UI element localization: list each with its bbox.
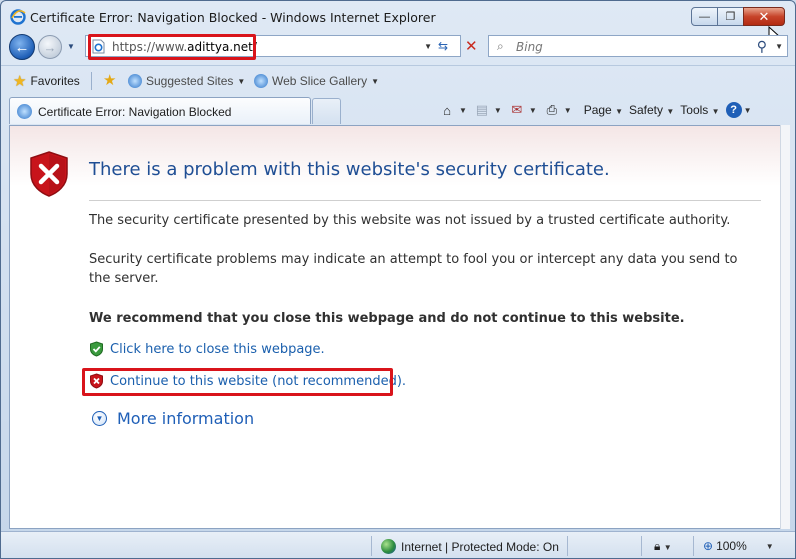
- divider: [89, 200, 761, 201]
- zoom-level: 100%: [716, 539, 747, 553]
- ie-window: Certificate Error: Navigation Blocked - …: [0, 0, 796, 559]
- search-options-dropdown[interactable]: ▼: [775, 42, 783, 51]
- security-zone[interactable]: Internet | Protected Mode: On: [381, 539, 559, 554]
- favorites-button[interactable]: ★ Favorites: [13, 72, 80, 90]
- zoom-icon: ⊕: [703, 539, 714, 553]
- print-dropdown[interactable]: ▼: [564, 106, 572, 115]
- suggested-sites-label: Suggested Sites: [146, 74, 234, 88]
- title-bar: Certificate Error: Navigation Blocked - …: [1, 1, 795, 46]
- globe-icon: [381, 539, 396, 554]
- command-bar: ⌂ ▼ ▤ ▼ ✉ ▼ ⎙ ▼ Page ▼ Safety ▼ Tools ▼ …: [438, 100, 751, 120]
- close-button[interactable]: ✕: [743, 7, 785, 26]
- page-menu[interactable]: Page ▼: [584, 103, 623, 117]
- home-icon[interactable]: ⌂: [438, 101, 456, 119]
- mail-icon[interactable]: ✉: [508, 101, 526, 119]
- restore-button[interactable]: ❐: [717, 7, 744, 26]
- continue-highlight-box: [82, 368, 393, 396]
- ie-icon: [254, 74, 268, 88]
- divider: [91, 72, 92, 90]
- zone-text: Internet | Protected Mode: On: [401, 539, 559, 554]
- web-slice-gallery-item[interactable]: Web Slice Gallery ▼: [254, 74, 379, 88]
- new-tab-button[interactable]: [312, 98, 341, 124]
- favorites-bar: ★ Favorites ★ Suggested Sites ▼ Web Slic…: [1, 65, 795, 95]
- chevron-down-icon: ▼: [615, 107, 623, 116]
- search-input[interactable]: ⌕ Bing ⚲ ▼: [488, 35, 788, 57]
- divider: [641, 536, 642, 556]
- help-icon: ?: [725, 102, 742, 118]
- chevron-down-icon: ▼: [371, 76, 380, 86]
- forward-icon: →: [43, 39, 57, 55]
- refresh-icon[interactable]: ⇆: [438, 39, 448, 53]
- divider: [567, 536, 568, 556]
- address-dropdown[interactable]: ▼: [424, 42, 432, 51]
- more-information-label: More information: [117, 409, 255, 428]
- shield-ok-icon: [90, 341, 103, 357]
- recent-pages-dropdown[interactable]: ▼: [67, 42, 75, 51]
- back-button[interactable]: ←: [9, 34, 35, 60]
- minimize-button[interactable]: —: [691, 7, 718, 26]
- search-placeholder: Bing: [516, 40, 543, 54]
- chevron-down-icon: ▼: [237, 76, 246, 86]
- chevron-down-icon: ▼: [743, 105, 752, 115]
- favorites-label: Favorites: [30, 74, 80, 88]
- safety-menu-label: Safety: [628, 103, 664, 117]
- tab-title: Certificate Error: Navigation Blocked: [38, 105, 232, 119]
- star-icon: ★: [13, 73, 27, 90]
- page-content: There is a problem with this website's s…: [9, 125, 781, 529]
- tab-row: Certificate Error: Navigation Blocked ⌂ …: [1, 95, 795, 125]
- web-slice-gallery-label: Web Slice Gallery: [272, 74, 368, 88]
- tab-certificate-error[interactable]: Certificate Error: Navigation Blocked: [9, 97, 311, 124]
- mail-dropdown[interactable]: ▼: [529, 106, 537, 115]
- zoom-control[interactable]: ⊕ 100% ▼: [703, 539, 774, 553]
- lock-icon: 🔒︎: [654, 539, 661, 553]
- chevron-down-icon: ▼: [666, 107, 675, 116]
- rss-icon[interactable]: ▤: [473, 101, 491, 119]
- forward-button[interactable]: →: [38, 35, 62, 59]
- chevron-down-icon: ▼: [663, 543, 672, 552]
- ie-icon: [17, 104, 32, 119]
- safety-menu[interactable]: Safety ▼: [629, 103, 674, 117]
- search-icon[interactable]: ⚲: [757, 38, 767, 55]
- chevron-down-icon: ▼: [711, 107, 720, 116]
- stop-icon[interactable]: ✕: [465, 37, 478, 55]
- help-menu[interactable]: ? ▼: [725, 102, 752, 118]
- close-link-text[interactable]: Click here to close this webpage.: [110, 342, 325, 357]
- close-webpage-link[interactable]: Click here to close this webpage.: [89, 341, 325, 357]
- page-menu-label: Page: [583, 103, 612, 117]
- address-highlight-box: [88, 34, 256, 60]
- back-icon: ←: [14, 38, 30, 56]
- trust-paragraph: The security certificate presented by th…: [89, 213, 731, 228]
- divider: [693, 536, 694, 556]
- chevron-down-icon: ▼: [92, 411, 107, 426]
- tools-menu-label: Tools: [680, 103, 709, 117]
- more-information-toggle[interactable]: ▼ More information: [92, 409, 254, 428]
- tools-menu[interactable]: Tools ▼: [680, 103, 719, 117]
- risk-paragraph: Security certificate problems may indica…: [89, 252, 738, 286]
- window-title: Certificate Error: Navigation Blocked - …: [30, 10, 436, 25]
- ie-icon: [128, 74, 142, 88]
- status-bar: Internet | Protected Mode: On 🔒︎ ▼ ⊕ 100…: [1, 531, 795, 558]
- protected-mode-button[interactable]: 🔒︎ ▼: [654, 539, 672, 554]
- chevron-down-icon: ▼: [765, 541, 774, 551]
- divider: [371, 536, 372, 556]
- search-provider-icon: ⌕: [497, 39, 504, 53]
- home-dropdown[interactable]: ▼: [459, 106, 467, 115]
- print-icon[interactable]: ⎙: [543, 101, 561, 119]
- add-favorite-icon[interactable]: ★: [103, 71, 116, 89]
- caption-buttons: — ❐ ✕: [691, 7, 785, 27]
- feeds-dropdown[interactable]: ▼: [494, 106, 502, 115]
- page-title: There is a problem with this website's s…: [89, 159, 610, 180]
- shield-error-icon: [30, 151, 68, 197]
- recommendation-text: We recommend that you close this webpage…: [89, 311, 685, 326]
- suggested-sites-item[interactable]: Suggested Sites ▼: [128, 74, 245, 88]
- vertical-scrollbar[interactable]: [780, 125, 790, 529]
- ie-icon: [10, 9, 26, 25]
